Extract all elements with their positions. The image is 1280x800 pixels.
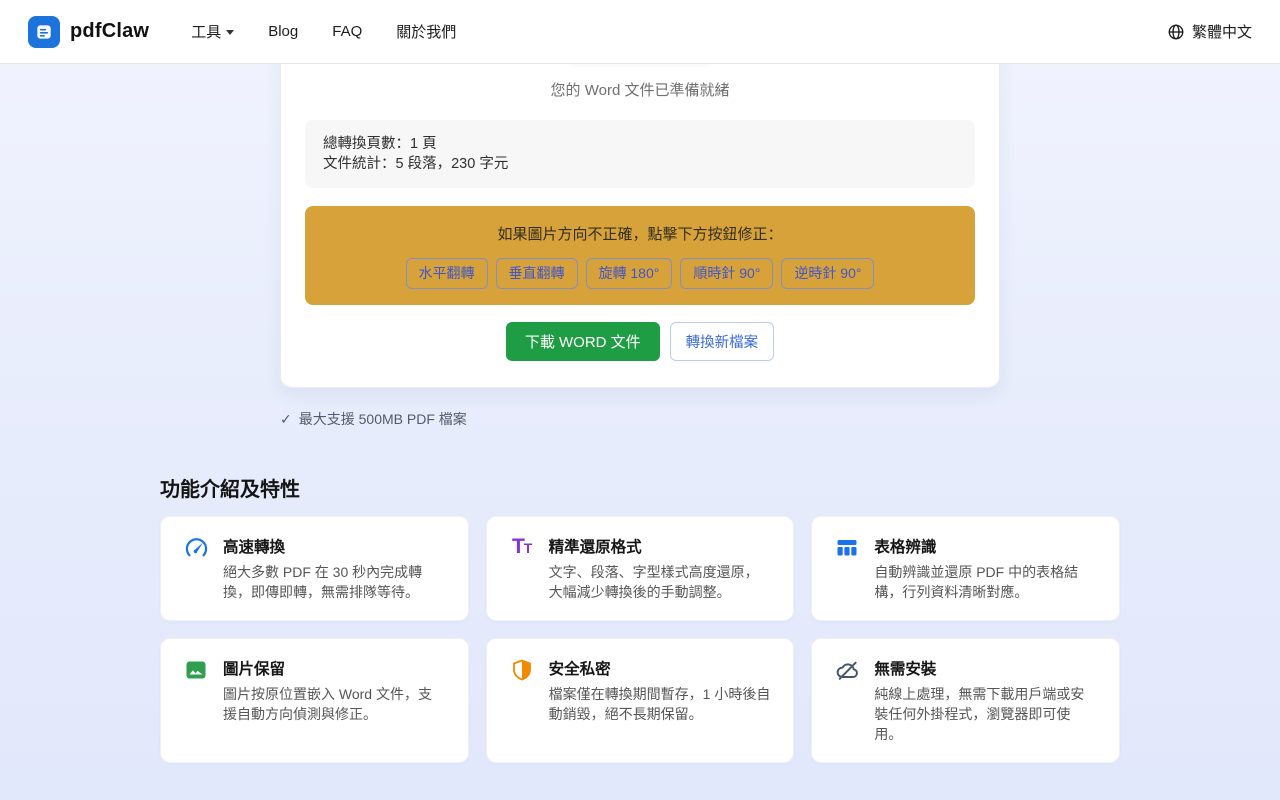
feature-title: 高速轉換 — [223, 535, 446, 557]
feature-title: 圖片保留 — [223, 657, 446, 679]
orientation-notice-text: 如果圖片方向不正確，點擊下方按鈕修正： — [321, 223, 959, 244]
feature-card-table: 表格辨識 自動辨識並還原 PDF 中的表格結構，行列資料清晰對應。 — [811, 516, 1120, 621]
feature-desc: 純線上處理，無需下載用戶端或安裝任何外掛程式，瀏覽器即可使用。 — [874, 684, 1097, 744]
feature-text: 精準還原格式 文字、段落、字型樣式高度還原，大幅減少轉換後的手動調整。 — [549, 535, 772, 602]
main-nav: 工具 Blog FAQ 關於我們 — [191, 21, 456, 42]
rotate-cw-90-button[interactable]: 順時針 90° — [680, 258, 773, 289]
main-content: 您的 Word 文件已準備就緒 總轉換頁數：1 頁 文件統計：5 段落，230 … — [0, 46, 1280, 800]
feature-title: 表格辨識 — [874, 535, 1097, 557]
document-stat-line: 文件統計：5 段落，230 字元 — [323, 154, 957, 174]
features-section: 功能介紹及特性 高速轉換 絕大多數 PDF 在 30 秒內完成轉換，即傳即轉，無… — [160, 473, 1120, 763]
nav-item-tools-label: 工具 — [191, 21, 221, 42]
nav-item-tools[interactable]: 工具 — [191, 21, 234, 42]
nav-item-faq-label: FAQ — [332, 23, 362, 40]
chevron-down-icon — [226, 30, 234, 35]
result-actions: 下載 WORD 文件 轉換新檔案 — [281, 322, 999, 361]
globe-icon — [1167, 23, 1185, 41]
feature-card-no-install: 無需安裝 純線上處理，無需下載用戶端或安裝任何外掛程式，瀏覽器即可使用。 — [811, 638, 1120, 763]
feature-card-speed: 高速轉換 絕大多數 PDF 在 30 秒內完成轉換，即傳即轉，無需排隊等待。 — [160, 516, 469, 621]
feature-card-image: 圖片保留 圖片按原位置嵌入 Word 文件，支援自動方向偵測與修正。 — [160, 638, 469, 763]
download-word-button[interactable]: 下載 WORD 文件 — [506, 322, 660, 361]
rotate-ccw-90-button[interactable]: 逆時針 90° — [781, 258, 874, 289]
nav-item-blog-label: Blog — [268, 23, 298, 40]
table-icon — [834, 536, 860, 562]
feature-desc: 絕大多數 PDF 在 30 秒內完成轉換，即傳即轉，無需排隊等待。 — [223, 562, 446, 602]
features-grid: 高速轉換 絕大多數 PDF 在 30 秒內完成轉換，即傳即轉，無需排隊等待。 T… — [160, 516, 1120, 763]
cloud-off-icon — [834, 658, 860, 684]
feature-title: 安全私密 — [549, 657, 772, 679]
ready-status-text: 您的 Word 文件已準備就緒 — [281, 79, 999, 100]
brand-logo-link[interactable]: pdfClaw — [28, 16, 149, 48]
feature-title: 精準還原格式 — [549, 535, 772, 557]
pages-stat-line: 總轉換頁數：1 頁 — [323, 134, 957, 154]
feature-text: 高速轉換 絕大多數 PDF 在 30 秒內完成轉換，即傳即轉，無需排隊等待。 — [223, 535, 446, 602]
language-label: 繁體中文 — [1192, 21, 1252, 42]
conversion-result-card: 您的 Word 文件已準備就緒 總轉換頁數：1 頁 文件統計：5 段落，230 … — [280, 46, 1000, 388]
feature-desc: 檔案僅在轉換期間暫存，1 小時後自動銷毀，絕不長期保留。 — [549, 684, 772, 724]
brand-name: pdfClaw — [70, 20, 149, 43]
feature-text: 圖片保留 圖片按原位置嵌入 Word 文件，支援自動方向偵測與修正。 — [223, 657, 446, 744]
feature-desc: 自動辨識並還原 PDF 中的表格結構，行列資料清晰對應。 — [874, 562, 1097, 602]
feature-desc: 圖片按原位置嵌入 Word 文件，支援自動方向偵測與修正。 — [223, 684, 446, 724]
nav-item-blog[interactable]: Blog — [268, 23, 298, 40]
feature-title: 無需安裝 — [874, 657, 1097, 679]
text-format-icon: TT — [509, 536, 535, 562]
feature-text: 表格辨識 自動辨識並還原 PDF 中的表格結構，行列資料清晰對應。 — [874, 535, 1097, 602]
feature-text: 無需安裝 純線上處理，無需下載用戶端或安裝任何外掛程式，瀏覽器即可使用。 — [874, 657, 1097, 744]
conversion-stats-box: 總轉換頁數：1 頁 文件統計：5 段落，230 字元 — [305, 120, 975, 188]
check-icon: ✓ — [280, 411, 292, 428]
rotate-180-button[interactable]: 旋轉 180° — [586, 258, 673, 289]
feature-desc: 文字、段落、字型樣式高度還原，大幅減少轉換後的手動調整。 — [549, 562, 772, 602]
nav-item-faq[interactable]: FAQ — [332, 23, 362, 40]
nav-item-about-label: 關於我們 — [396, 21, 456, 42]
max-size-note: ✓ 最大支援 500MB PDF 檔案 — [280, 409, 1000, 429]
nav-item-about[interactable]: 關於我們 — [396, 21, 456, 42]
convert-new-file-button[interactable]: 轉換新檔案 — [670, 322, 775, 361]
top-navigation-bar: pdfClaw 工具 Blog FAQ 關於我們 繁體中文 — [0, 0, 1280, 64]
image-icon — [183, 658, 209, 684]
feature-card-format: TT 精準還原格式 文字、段落、字型樣式高度還原，大幅減少轉換後的手動調整。 — [486, 516, 795, 621]
max-size-note-text: 最大支援 500MB PDF 檔案 — [299, 409, 467, 429]
feature-text: 安全私密 檔案僅在轉換期間暫存，1 小時後自動銷毀，絕不長期保留。 — [549, 657, 772, 744]
language-selector[interactable]: 繁體中文 — [1167, 21, 1252, 42]
orientation-button-row: 水平翻轉 垂直翻轉 旋轉 180° 順時針 90° 逆時針 90° — [321, 258, 959, 289]
feature-card-security: 安全私密 檔案僅在轉換期間暫存，1 小時後自動銷毀，絕不長期保留。 — [486, 638, 795, 763]
orientation-fix-banner: 如果圖片方向不正確，點擊下方按鈕修正： 水平翻轉 垂直翻轉 旋轉 180° 順時… — [305, 206, 975, 305]
speedometer-icon — [183, 536, 209, 562]
flip-vertical-button[interactable]: 垂直翻轉 — [496, 258, 578, 289]
shield-icon — [509, 658, 535, 684]
flip-horizontal-button[interactable]: 水平翻轉 — [406, 258, 488, 289]
pdfclaw-logo-icon — [28, 16, 60, 48]
features-heading: 功能介紹及特性 — [160, 473, 1120, 502]
